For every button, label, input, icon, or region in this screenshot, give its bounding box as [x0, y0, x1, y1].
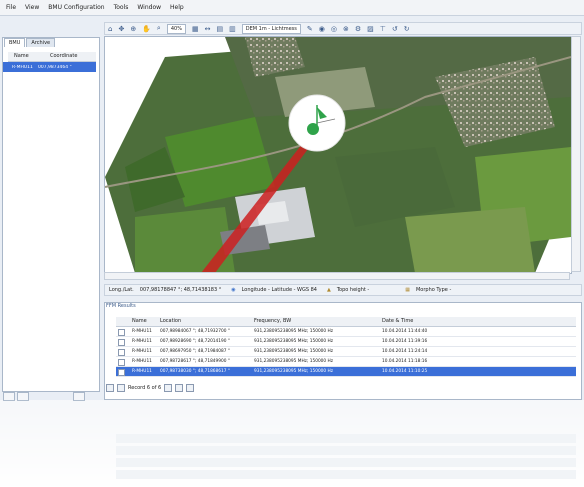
menu-window[interactable]: Window — [137, 4, 161, 11]
row-datetime: 10.04.2014 11:10:25 — [382, 369, 428, 374]
menu-help[interactable]: Help — [170, 4, 184, 11]
tab-bmu[interactable]: BMU — [4, 38, 26, 47]
row-location: 007,98697950 °; 48,71984087 ° — [160, 349, 230, 354]
chart-icon[interactable]: ▨ — [367, 25, 374, 33]
table-row[interactable]: R-MHU11 007,9873464 ° — [8, 62, 96, 72]
first-record-button[interactable] — [106, 384, 114, 392]
globe-icon: ◉ — [231, 287, 236, 293]
map-vertical-scrollbar[interactable] — [571, 36, 581, 272]
menu-view[interactable]: View — [25, 4, 39, 11]
column-coordinate[interactable]: Coordinate — [44, 52, 77, 61]
row-name: R-MHU11 — [132, 329, 152, 334]
redo-icon[interactable]: ↻ — [404, 25, 410, 33]
prev-record-button[interactable] — [117, 384, 125, 392]
row-checkbox[interactable] — [118, 329, 125, 336]
table-row[interactable]: R-MHU11 007,98697950 °; 48,71984087 ° 93… — [116, 347, 576, 357]
magnifier-icon[interactable]: ⌕ — [157, 24, 161, 33]
table-row[interactable]: R-MHU11 007,98928690 °; 48,72014190 ° 93… — [116, 337, 576, 347]
layer-select[interactable]: DEM 1m - Lichtmess — [241, 23, 301, 34]
layers-icon[interactable]: ▤ — [216, 25, 223, 33]
left-panel-nav — [3, 392, 99, 401]
morpho-icon: ▦ — [405, 287, 410, 293]
row-datetime: 10.04.2014 11:24:14 — [382, 349, 428, 354]
zoom-select[interactable]: 40% — [166, 23, 186, 34]
left-panel-tabs: BMU Archive — [4, 38, 56, 47]
status-bar: Long./Lat. 007,98178847 °; 48,71438183 °… — [104, 284, 582, 296]
map-toolbar: ⌂ ✥ ⊕ ✋ ⌕ 40% ▦ ↔ ▤ ▥ DEM 1m - Lichtmess… — [104, 22, 582, 35]
column-location[interactable]: Location — [156, 317, 250, 326]
row-frequency: 931,238095238095 MHz; 150000 Hz — [254, 329, 334, 334]
bmu-table-header: Name Coordinate — [8, 52, 96, 62]
row-coordinate: 007,9873464 ° — [38, 64, 72, 70]
last-record-button[interactable] — [175, 384, 184, 392]
globe-icon[interactable]: ◉ — [319, 25, 325, 33]
column-select[interactable] — [116, 317, 128, 326]
mountain-icon: ▲ — [326, 287, 331, 293]
row-checkbox[interactable] — [118, 349, 125, 356]
column-name[interactable]: Name — [128, 317, 156, 326]
pan-icon[interactable]: ✥ — [118, 25, 124, 33]
table-icon[interactable]: ▥ — [229, 25, 236, 33]
row-datetime: 10.04.2014 11:44:40 — [382, 329, 428, 334]
menu-file[interactable]: File — [6, 4, 16, 11]
tab-archive[interactable]: Archive — [26, 38, 56, 47]
row-name: R-MHU11 — [12, 64, 33, 70]
projection-select[interactable]: Longitude - Latitude - WGS 84 — [242, 287, 317, 293]
next-record-button[interactable] — [164, 384, 173, 392]
satellite-map[interactable] — [105, 37, 571, 273]
map-horizontal-scrollbar[interactable] — [104, 272, 570, 280]
row-location: 007,98928690 °; 48,72014190 ° — [160, 339, 230, 344]
settings-icon[interactable]: ⚙ — [355, 25, 361, 33]
application-window: File View BMU Configuration Tools Window… — [0, 0, 584, 401]
ruler-icon[interactable]: ↔ — [205, 25, 211, 33]
map-view[interactable] — [104, 36, 572, 274]
row-checkbox[interactable] — [118, 359, 125, 366]
longlat-value: 007,98178847 °; 48,71438183 ° — [139, 287, 222, 293]
table-row[interactable]: R-MHU11 007,98728617 °; 48,71849900 ° 93… — [116, 357, 576, 367]
undo-icon[interactable]: ↺ — [392, 25, 398, 33]
row-name: R-MHU11 — [132, 349, 152, 354]
row-datetime: 10.04.2014 11:39:16 — [382, 339, 428, 344]
column-name[interactable]: Name — [8, 52, 44, 61]
column-frequency[interactable]: Frequency, BW — [250, 317, 378, 326]
menu-tools[interactable]: Tools — [114, 4, 129, 11]
row-checkbox[interactable] — [118, 369, 125, 376]
home-icon[interactable]: ⌂ — [108, 25, 112, 33]
row-frequency: 931,238095238095 MHz; 150000 Hz — [254, 369, 334, 374]
row-name: R-MHU11 — [132, 359, 152, 364]
row-location: 007,98738030 °; 48,71868617 ° — [160, 369, 230, 374]
record-counter: Record 6 of 6 — [128, 385, 162, 391]
row-frequency: 931,238095238095 MHz; 150000 Hz — [254, 349, 334, 354]
menu-bar: File View BMU Configuration Tools Window… — [0, 0, 584, 16]
row-datetime: 10.04.2014 11:18:16 — [382, 359, 428, 364]
hand-icon[interactable]: ✋ — [142, 25, 151, 33]
row-name: R-MHU11 — [132, 339, 152, 344]
target-icon[interactable]: ⊗ — [343, 25, 349, 33]
row-location: 007,98984067 °; 48,71932700 ° — [160, 329, 230, 334]
record-navigator: Record 6 of 6 — [106, 384, 197, 392]
results-header: Name Location Frequency, BW Date & Time — [116, 317, 576, 327]
bmu-panel — [2, 37, 100, 392]
grid-icon[interactable]: ▦ — [192, 25, 199, 33]
eye-icon[interactable]: ◎ — [331, 25, 337, 33]
zoom-in-icon[interactable]: ⊕ — [130, 25, 136, 33]
row-frequency: 931,238095238095 MHz; 150000 Hz — [254, 339, 334, 344]
table-row[interactable]: R-MHU11 007,98984067 °; 48,71932700 ° 93… — [116, 327, 576, 337]
topo-height: Topo height - — [336, 287, 370, 293]
results-title: FFM Results — [106, 303, 136, 309]
longlat-label: Long./Lat. — [109, 287, 134, 293]
row-checkbox[interactable] — [118, 339, 125, 346]
morpho-type: Morpho Type - — [415, 287, 452, 293]
menu-bmu-configuration[interactable]: BMU Configuration — [48, 4, 104, 11]
screen-reflection — [0, 400, 584, 487]
row-frequency: 931,238095238095 MHz; 150000 Hz — [254, 359, 334, 364]
add-record-button[interactable] — [186, 384, 195, 392]
pin-icon[interactable]: ⊤ — [380, 25, 386, 33]
pencil-icon[interactable]: ✎ — [307, 25, 313, 33]
row-location: 007,98728617 °; 48,71849900 ° — [160, 359, 230, 364]
table-row-selected[interactable]: R-MHU11 007,98738030 °; 48,71868617 ° 93… — [116, 367, 576, 377]
row-name: R-MHU11 — [132, 369, 152, 374]
column-datetime[interactable]: Date & Time — [378, 317, 478, 326]
